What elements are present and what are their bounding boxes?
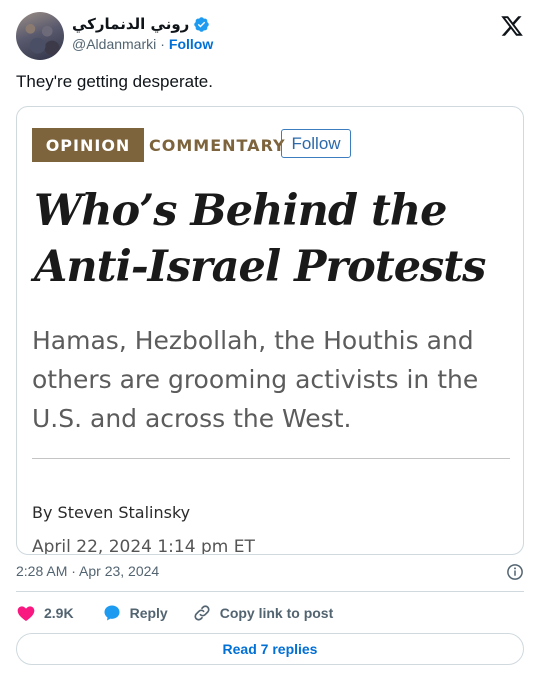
tweet-text: They're getting desperate. [16, 72, 213, 91]
read-replies-button[interactable]: Read 7 replies [16, 633, 524, 665]
reply-bubble-icon [104, 605, 120, 621]
article-card[interactable]: OPINION COMMENTARY Follow Who’s Behind t… [16, 106, 524, 555]
article-dateline: April 22, 2024 1:14 pm ET [32, 537, 255, 555]
heart-icon [17, 606, 35, 621]
x-logo-icon[interactable] [500, 14, 524, 38]
avatar[interactable] [16, 12, 64, 60]
copy-link-label: Copy link to post [219, 605, 334, 621]
copy-link-button[interactable]: Copy link to post [192, 603, 334, 623]
author-display-name[interactable]: روني الدنماركي [72, 15, 189, 33]
opinion-badge: OPINION [32, 128, 144, 162]
section-label: COMMENTARY [149, 135, 286, 155]
link-icon [194, 605, 210, 621]
meta-divider [16, 591, 524, 592]
author-handle-row: @Aldanmarki · Follow [72, 36, 213, 52]
tweet-embed: روني الدنماركي @Aldanmarki · Follow They… [0, 0, 540, 680]
handle-separator: · [160, 36, 165, 52]
follow-author-link[interactable]: Follow [169, 36, 213, 52]
verified-badge-icon [194, 16, 210, 32]
card-divider [32, 458, 510, 459]
tweet-timestamp[interactable]: 2:28 AM · Apr 23, 2024 [16, 563, 159, 579]
article-headline: Who’s Behind the Anti-Israel Protests [34, 186, 486, 292]
article-byline: By Steven Stalinsky [32, 503, 191, 522]
reply-button[interactable]: Reply [102, 603, 168, 623]
action-bar: 2.9K Reply Copy link to post [16, 602, 333, 624]
article-dek: Hamas, Hezbollah, the Houthis and others… [32, 326, 479, 433]
like-count: 2.9K [44, 605, 74, 621]
like-button[interactable]: 2.9K [16, 603, 74, 623]
card-follow-button[interactable]: Follow [281, 129, 351, 158]
author-handle[interactable]: @Aldanmarki [72, 36, 156, 52]
info-icon[interactable] [506, 563, 524, 581]
author-name-row: روني الدنماركي [72, 14, 210, 34]
reply-label: Reply [129, 605, 168, 621]
